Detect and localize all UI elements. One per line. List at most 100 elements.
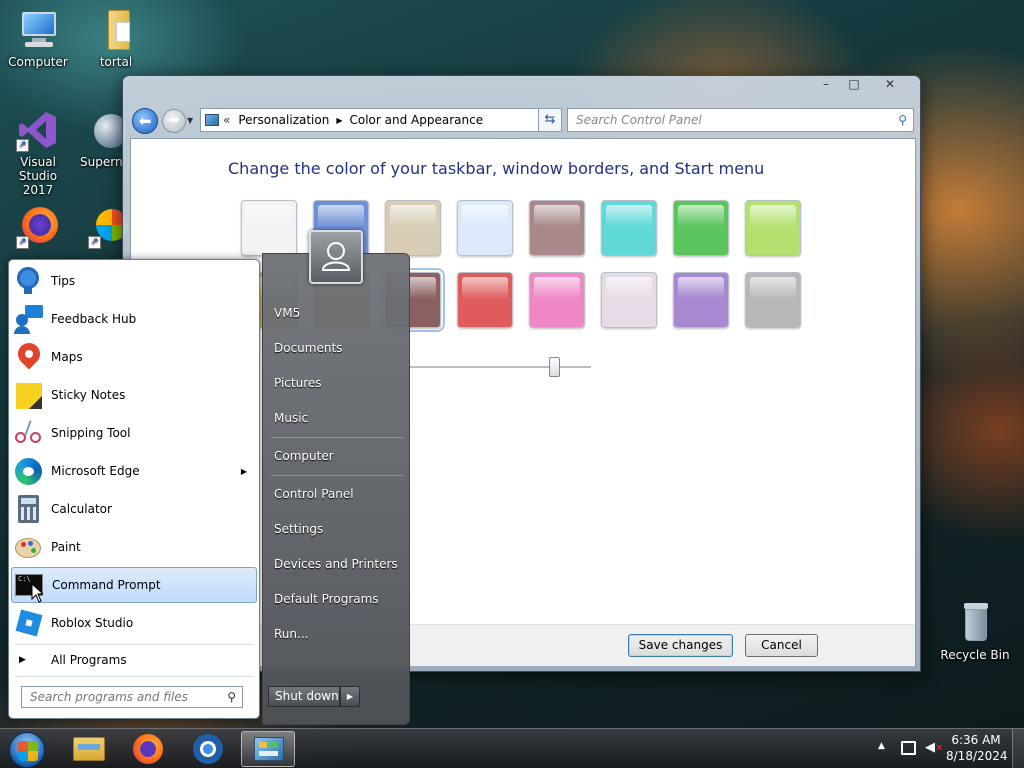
recent-pages-dropdown[interactable]: ▼ [187,116,193,125]
taskbar-firefox[interactable] [121,731,175,767]
color-intensity-slider[interactable] [549,357,560,377]
color-swatch[interactable] [385,200,441,256]
divider [271,475,403,476]
program-sticky-notes[interactable]: Sticky Notes [11,377,257,413]
program-snipping-tool[interactable]: Snipping Tool [11,415,257,451]
desktop-icon-visual-studio[interactable]: ↗ Visual Studio 2017 [2,108,74,197]
back-button[interactable]: ⬅ [132,108,158,134]
places-default-programs[interactable]: Default Programs [274,592,379,606]
desktop-icon-label: tortal [99,55,133,69]
user-picture[interactable] [309,230,363,284]
calculator-icon [13,494,43,524]
places-control-panel[interactable]: Control Panel [274,487,354,501]
taskbar-control-panel[interactable] [241,731,295,767]
divider [15,676,253,677]
places-computer[interactable]: Computer [274,449,334,463]
paint-icon [13,532,43,562]
taskbar-file-explorer[interactable] [61,731,115,767]
color-swatch[interactable] [745,200,801,256]
cancel-button[interactable]: Cancel [745,634,818,657]
desktop-icon-firefox[interactable]: ↗ [2,205,74,252]
desktop-icon-label: Computer [8,55,68,69]
firefox-icon: ↗ [16,205,60,249]
refresh-button[interactable]: ⇆ [538,108,562,132]
app-globe-icon [88,108,126,152]
maps-icon [13,338,45,372]
program-tips[interactable]: Tips [11,263,257,299]
volume-muted-icon[interactable]: ◀✕ [925,740,943,755]
shut-down-options-button[interactable]: ▶ [340,686,360,707]
address-bar[interactable]: « Personalization ▶ Color and Appearance… [200,108,561,132]
refresh-icon: ⇆ [544,112,556,127]
folder-icon [94,8,138,52]
mouse-cursor-icon [31,583,43,603]
forward-button[interactable]: ➡ [162,109,186,133]
show-desktop-button[interactable] [1012,729,1024,768]
shutdown-arrow-icon: ▶ [346,692,354,701]
program-paint[interactable]: Paint [11,529,257,565]
color-swatch[interactable] [601,200,657,256]
color-swatch[interactable] [241,200,297,256]
file-explorer-icon [73,737,105,761]
color-swatch[interactable] [601,272,657,328]
clock-time: 6:36 AM [951,733,1001,747]
program-roblox-studio[interactable]: Roblox Studio [11,605,257,641]
color-swatch[interactable] [457,272,513,328]
taskbar: ▲ ◀✕ 6:36 AM 8/18/2024 [0,728,1024,768]
clock[interactable]: 6:36 AM 8/18/2024 [946,732,1008,764]
color-intensity-track [406,366,591,368]
search-programs-input[interactable]: Search programs and files ⚲ [21,686,243,708]
minimize-button[interactable]: – [811,76,841,94]
page-heading: Change the color of your taskbar, window… [228,159,765,178]
start-button[interactable] [2,731,52,768]
visual-studio-icon: ↗ [16,108,60,152]
desktop-icon-computer[interactable]: Computer [2,8,74,69]
places-run[interactable]: Run... [274,627,308,641]
roblox-studio-icon [13,608,43,638]
breadcrumb-prefix: « [223,113,231,127]
close-button[interactable]: ✕ [873,76,907,94]
back-arrow-icon: ⬅ [138,112,152,130]
program-maps[interactable]: Maps [11,338,257,375]
desktop-icon-supern[interactable]: Supern [80,108,126,169]
program-command-prompt[interactable]: C:\ Command Prompt [11,567,257,603]
forward-arrow-icon: ➡ [168,113,180,128]
search-control-panel-input[interactable]: Search Control Panel ⚲ [567,108,914,132]
color-swatch[interactable] [673,200,729,256]
snipping-tool-icon [13,418,43,448]
search-icon: ⚲ [227,690,236,704]
desktop-icon-tortal[interactable]: tortal [80,8,152,69]
breadcrumb-color-appearance[interactable]: Color and Appearance [349,113,483,127]
shut-down-button[interactable]: Shut down [268,686,340,707]
taskbar-chrome[interactable] [181,731,235,767]
places-documents[interactable]: Documents [274,341,342,355]
search-icon: ⚲ [898,113,907,127]
program-calculator[interactable]: Calculator [11,491,257,527]
places-music[interactable]: Music [274,411,308,425]
color-swatch[interactable] [457,200,513,256]
network-icon[interactable] [901,741,916,755]
start-menu-places-pane: VM5 Documents Pictures Music Computer Co… [262,230,410,725]
feedback-hub-icon [13,304,43,334]
color-swatch[interactable] [529,200,585,256]
desktop-icon-windows-app[interactable]: ↗ [80,205,128,249]
color-swatch[interactable] [745,272,801,328]
color-swatch[interactable] [673,272,729,328]
show-hidden-icons-button[interactable]: ▲ [878,741,885,751]
edge-icon [13,456,43,486]
shortcut-arrow-icon: ↗ [88,236,101,249]
breadcrumb-personalization[interactable]: Personalization [238,113,329,127]
color-swatch[interactable] [529,272,585,328]
maximize-button[interactable]: □ [839,76,869,94]
places-devices-printers[interactable]: Devices and Printers [274,557,398,571]
program-microsoft-edge[interactable]: Microsoft Edge ▶ [11,453,257,489]
all-programs-button[interactable]: ▶ All Programs [11,642,257,678]
places-settings[interactable]: Settings [274,522,323,536]
places-vm5[interactable]: VM5 [274,306,300,320]
recycle-bin-icon [953,601,997,645]
firefox-icon [133,734,163,764]
save-changes-button[interactable]: Save changes [628,634,733,657]
desktop-icon-recycle-bin[interactable]: Recycle Bin [939,601,1011,662]
places-pictures[interactable]: Pictures [274,376,322,390]
program-feedback-hub[interactable]: Feedback Hub [11,301,257,337]
